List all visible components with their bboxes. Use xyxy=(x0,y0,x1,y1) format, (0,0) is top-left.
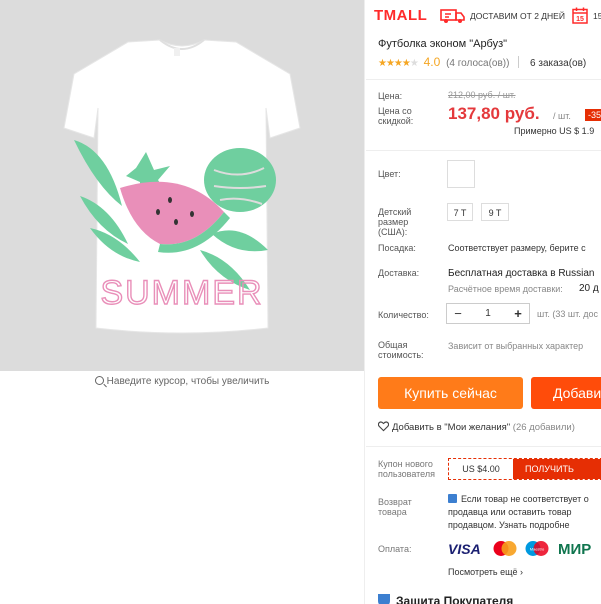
divider xyxy=(366,446,601,447)
mir-icon: МИР xyxy=(558,541,591,557)
return-line-2: продавца или оставить товар xyxy=(448,507,572,517)
zoom-hint: Наведите курсор, чтобы увеличить xyxy=(0,376,364,387)
buy-now-button[interactable]: Купить сейчас xyxy=(378,377,523,409)
quantity-input[interactable]: 1 xyxy=(469,304,507,323)
return-label: Возврат товара xyxy=(378,497,412,517)
payment-label: Оплата: xyxy=(378,544,412,554)
column-divider xyxy=(364,0,365,604)
new-user-coupon: US $4.00 ПОЛУЧИТЬ xyxy=(448,458,601,480)
return-guarantee-icon xyxy=(448,494,457,503)
see-more-label: Посмотреть ещё xyxy=(448,567,518,577)
shipping-label: Доставка: xyxy=(378,268,420,278)
quantity-available: шт. (33 шт. дос xyxy=(537,309,598,319)
coupon-amount: US $4.00 xyxy=(462,464,500,474)
calendar-icon: 15 xyxy=(572,7,588,24)
magnifier-icon xyxy=(94,376,104,385)
shipping-time-label: Расчётное время доставки: xyxy=(448,284,563,294)
per-unit: / шт. xyxy=(553,111,571,121)
size-option-9t[interactable]: 9 T xyxy=(481,203,509,221)
print-text: SUMMER xyxy=(100,274,263,312)
shipping-time-value: 20 д xyxy=(579,283,599,294)
quantity-label: Количество: xyxy=(378,310,429,320)
color-swatch-white[interactable] xyxy=(447,160,475,188)
mastercard-icon xyxy=(493,541,517,556)
product-gallery: SUMMER Наведите курсор, чтобы увеличить xyxy=(0,0,364,604)
buyer-protection-label: Защита Покупателя xyxy=(396,594,514,604)
buyer-protection-title: Защита Покупателя xyxy=(378,594,513,604)
quantity-increase-button[interactable]: + xyxy=(507,304,529,323)
fit-label: Посадка: xyxy=(378,243,416,253)
quantity-decrease-button[interactable]: − xyxy=(447,304,469,323)
tshirt-image: SUMMER xyxy=(0,0,364,371)
see-more-payment-link[interactable]: Посмотреть ещё › xyxy=(448,567,523,577)
size-option-7t[interactable]: 7 T xyxy=(447,203,473,221)
calendar-date: 15, xyxy=(593,11,601,21)
total-value: Зависит от выбранных характер xyxy=(448,341,584,351)
return-line-1: Если товар не соответствует о xyxy=(461,494,589,504)
wishlist-link[interactable]: Добавить в "Мои желания" (26 добавили) xyxy=(378,421,575,433)
wishlist-label: Добавить в "Мои желания" xyxy=(392,422,511,433)
heart-icon xyxy=(378,421,389,432)
delivery-promise: ДОСТАВИМ ОТ 2 ДНЕЙ xyxy=(470,11,565,21)
coupon-label: Купон нового пользователя xyxy=(378,459,435,479)
discount-price-label: Цена со скидкой: xyxy=(378,106,414,126)
visa-icon: VISA xyxy=(448,541,481,557)
product-title: Футболка эконом "Арбуз" xyxy=(378,38,508,50)
rating-value: 4.0 xyxy=(423,55,441,69)
fit-value: Соответствует размеру, берите с xyxy=(448,243,586,253)
rating-separator xyxy=(518,56,520,68)
truck-icon xyxy=(440,9,465,23)
shield-icon xyxy=(378,594,390,604)
svg-text:Maestro: Maestro xyxy=(530,547,545,552)
total-label: Общая стоимость: xyxy=(378,340,424,360)
tmall-bar: TMALL ДОСТАВИМ ОТ 2 ДНЕЙ 15 15, xyxy=(374,6,601,26)
maestro-icon: Maestro xyxy=(525,541,549,556)
divider xyxy=(366,150,601,151)
orders-count: 6 заказа(ов) xyxy=(530,58,587,69)
add-to-cart-button[interactable]: Добави xyxy=(531,377,601,409)
product-image[interactable]: SUMMER xyxy=(0,0,364,371)
current-price: 137,80 руб. xyxy=(448,104,540,123)
approx-usd-price: Примерно US $ 1.9 xyxy=(514,126,595,136)
color-label: Цвет: xyxy=(378,169,401,179)
get-coupon-button[interactable]: ПОЛУЧИТЬ xyxy=(513,459,601,479)
svg-text:VISA: VISA xyxy=(448,541,481,557)
old-price: 212,00 руб. / шт. xyxy=(448,90,516,100)
votes-link[interactable]: (4 голоса(ов)) xyxy=(446,58,509,69)
return-line-3[interactable]: продавцом. Узнать подробне xyxy=(448,519,601,532)
wishlist-count: (26 добавили) xyxy=(512,422,575,433)
product-info: TMALL ДОСТАВИМ ОТ 2 ДНЕЙ 15 15, Футболка… xyxy=(366,0,601,604)
price-label: Цена: xyxy=(378,91,403,101)
tmall-logo[interactable]: TMALL xyxy=(374,7,427,24)
zoom-hint-text: Наведите курсор, чтобы увеличить xyxy=(106,376,270,387)
chevron-right-icon: › xyxy=(520,567,524,577)
discount-badge: -35% xyxy=(585,109,601,121)
divider xyxy=(366,79,601,80)
quantity-stepper: − 1 + xyxy=(446,303,530,324)
return-policy: Если товар не соответствует о продавца и… xyxy=(448,493,601,532)
rating-row: ★★★★★ 4.0 (4 голоса(ов)) 6 заказа(ов) xyxy=(378,55,586,69)
free-shipping[interactable]: Бесплатная доставка в Russian xyxy=(448,268,594,279)
svg-text:МИР: МИР xyxy=(558,541,591,557)
svg-text:15: 15 xyxy=(576,16,584,23)
star-rating-icon: ★★★★★ xyxy=(378,58,419,69)
size-label: Детский размер (США): xyxy=(378,207,412,237)
